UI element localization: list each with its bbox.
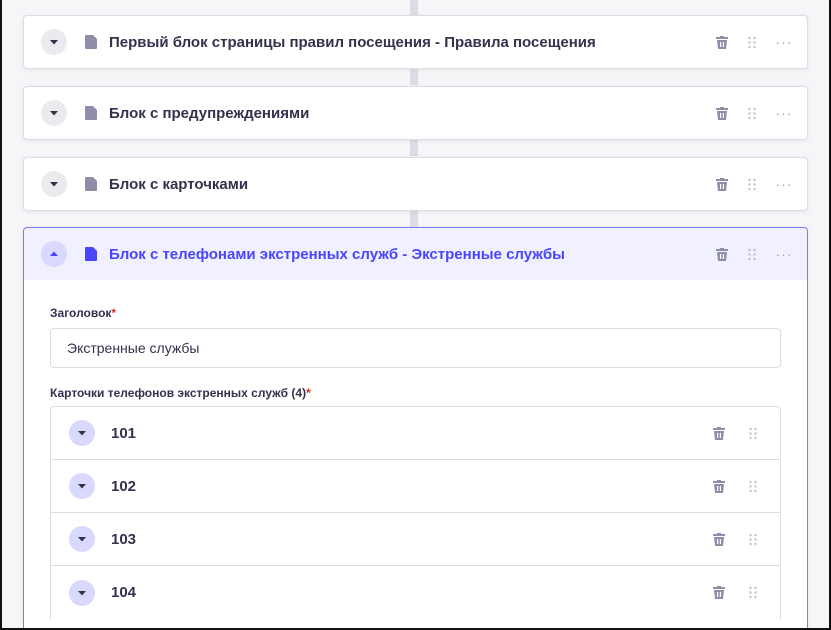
drag-handle-icon[interactable]	[745, 247, 759, 261]
block-connector	[410, 209, 418, 227]
cards-label-text: Карточки телефонов экстренных служб (4)	[50, 386, 307, 400]
trash-icon[interactable]	[712, 532, 726, 546]
chevron-down-icon[interactable]	[69, 526, 95, 552]
phone-cards-list: 101 102 103 104	[50, 406, 781, 619]
block-header[interactable]: Блок с телефонами экстренных служб - Экс…	[24, 228, 807, 280]
document-icon	[85, 35, 97, 49]
trash-icon[interactable]	[715, 247, 729, 261]
required-mark: *	[111, 306, 117, 320]
block-connector	[410, 138, 418, 156]
cards-field-label: Карточки телефонов экстренных служб (4)*	[50, 386, 781, 400]
drag-handle-icon[interactable]	[745, 177, 759, 191]
list-item-title: 104	[111, 584, 137, 601]
component-block: Блок с предупреждениями ···	[23, 86, 808, 140]
block-header[interactable]: Блок с карточками ···	[24, 158, 807, 210]
more-icon[interactable]: ···	[775, 247, 793, 261]
drag-handle-icon[interactable]	[745, 35, 759, 49]
block-header[interactable]: Блок с предупреждениями ···	[24, 87, 807, 139]
chevron-down-icon[interactable]	[41, 100, 67, 126]
component-block: Первый блок страницы правил посещения - …	[23, 15, 808, 69]
dynamic-zone: Первый блок страницы правил посещения - …	[0, 0, 831, 630]
block-body: Заголовок* Карточки телефонов экстренных…	[24, 280, 807, 619]
drag-handle-icon[interactable]	[746, 479, 760, 493]
more-icon[interactable]: ···	[775, 106, 793, 120]
block-header[interactable]: Первый блок страницы правил посещения - …	[24, 16, 807, 68]
drag-handle-icon[interactable]	[746, 586, 760, 600]
list-item[interactable]: 104	[51, 566, 780, 619]
more-icon[interactable]: ···	[775, 35, 793, 49]
chevron-down-icon[interactable]	[69, 420, 95, 446]
trash-icon[interactable]	[715, 106, 729, 120]
block-connector	[410, 67, 418, 85]
trash-icon[interactable]	[712, 586, 726, 600]
heading-field-label: Заголовок*	[50, 306, 781, 320]
more-icon[interactable]: ···	[775, 177, 793, 191]
block-title: Блок с телефонами экстренных служб - Экс…	[109, 245, 565, 263]
document-icon	[85, 106, 97, 120]
document-icon	[85, 247, 97, 261]
list-item[interactable]: 101	[51, 407, 780, 460]
trash-icon[interactable]	[715, 35, 729, 49]
component-block: Блок с карточками ···	[23, 157, 808, 211]
document-icon	[85, 177, 97, 191]
list-item[interactable]: 103	[51, 513, 780, 566]
drag-handle-icon[interactable]	[746, 532, 760, 546]
chevron-down-icon[interactable]	[41, 29, 67, 55]
heading-input[interactable]	[50, 328, 781, 368]
chevron-down-icon[interactable]	[69, 473, 95, 499]
list-item-title: 101	[111, 424, 137, 442]
heading-label-text: Заголовок	[50, 306, 112, 320]
drag-handle-icon[interactable]	[745, 106, 759, 120]
block-connector	[410, 0, 418, 16]
chevron-down-icon[interactable]	[41, 171, 67, 197]
trash-icon[interactable]	[712, 479, 726, 493]
drag-handle-icon[interactable]	[746, 426, 760, 440]
block-title: Блок с предупреждениями	[109, 104, 310, 122]
chevron-down-icon[interactable]	[69, 579, 95, 606]
block-title: Первый блок страницы правил посещения - …	[109, 33, 596, 51]
list-item-title: 103	[111, 530, 137, 548]
trash-icon[interactable]	[712, 426, 726, 440]
trash-icon[interactable]	[715, 177, 729, 191]
list-item-title: 102	[111, 477, 137, 495]
chevron-up-icon[interactable]	[41, 241, 67, 267]
list-item[interactable]: 102	[51, 460, 780, 513]
required-mark: *	[306, 386, 311, 400]
component-block-expanded: Блок с телефонами экстренных служб - Экс…	[23, 227, 808, 628]
block-title: Блок с карточками	[109, 175, 249, 193]
